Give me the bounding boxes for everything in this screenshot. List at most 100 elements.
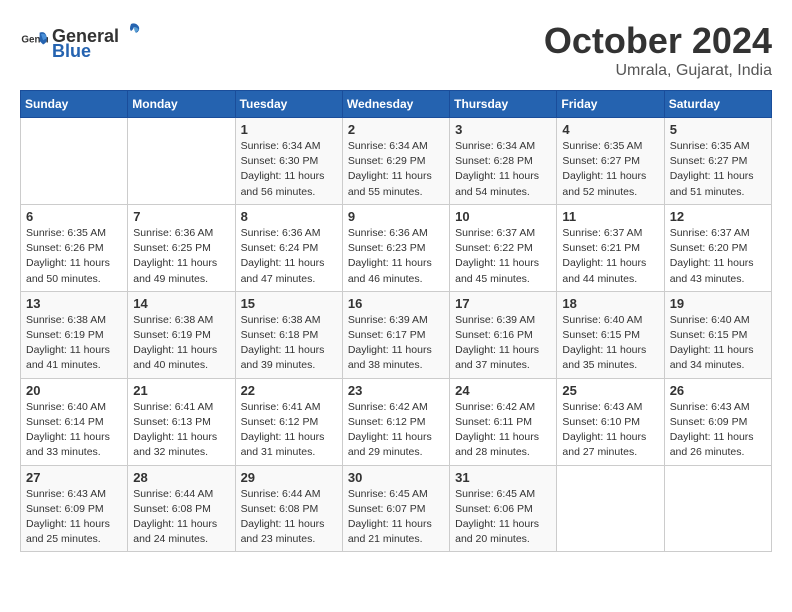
calendar-cell: 28Sunrise: 6:44 AM Sunset: 6:08 PM Dayli… [128, 465, 235, 552]
title-block: October 2024 Umrala, Gujarat, India [544, 20, 772, 80]
day-number: 6 [26, 209, 122, 224]
calendar-cell: 20Sunrise: 6:40 AM Sunset: 6:14 PM Dayli… [21, 378, 128, 465]
day-info: Sunrise: 6:36 AM Sunset: 6:23 PM Dayligh… [348, 226, 444, 287]
calendar-cell: 13 Sunrise: 6:38 AM Sunset: 6:19 PM Dayli… [21, 291, 128, 378]
calendar-cell: 23 Sunrise: 6:42 AM Sunset: 6:12 PM Dayli… [342, 378, 449, 465]
day-info: Sunrise: 6:37 AM Sunset: 6:20 PM Dayligh… [670, 226, 766, 287]
calendar-cell: 19 Sunrise: 6:40 AM Sunset: 6:15 PM Dayli… [664, 291, 771, 378]
location-subtitle: Umrala, Gujarat, India [544, 62, 772, 80]
day-info: Sunrise: 6:35 AM Sunset: 6:27 PM Dayligh… [562, 139, 658, 200]
day-number: 20 [26, 383, 122, 398]
weekday-header-thursday: Thursday [450, 91, 557, 118]
week-row-5: 27Sunrise: 6:43 AM Sunset: 6:09 PM Dayli… [21, 465, 772, 552]
calendar-cell: 31 Sunrise: 6:45 AM Sunset: 6:06 PM Dayli… [450, 465, 557, 552]
day-info: Sunrise: 6:39 AM Sunset: 6:17 PM Dayligh… [348, 313, 444, 374]
day-number: 31 [455, 470, 551, 485]
day-info: Sunrise: 6:37 AM Sunset: 6:21 PM Dayligh… [562, 226, 658, 287]
calendar-cell: 30Sunrise: 6:45 AM Sunset: 6:07 PM Dayli… [342, 465, 449, 552]
calendar-cell: 8 Sunrise: 6:36 AM Sunset: 6:24 PM Daylig… [235, 204, 342, 291]
day-info: Sunrise: 6:34 AM Sunset: 6:29 PM Dayligh… [348, 139, 444, 200]
logo-bird-icon [120, 20, 142, 42]
week-row-4: 20Sunrise: 6:40 AM Sunset: 6:14 PM Dayli… [21, 378, 772, 465]
calendar-table: SundayMondayTuesdayWednesdayThursdayFrid… [20, 90, 772, 552]
calendar-cell: 15Sunrise: 6:38 AM Sunset: 6:18 PM Dayli… [235, 291, 342, 378]
calendar-cell: 14 Sunrise: 6:38 AM Sunset: 6:19 PM Dayli… [128, 291, 235, 378]
day-info: Sunrise: 6:37 AM Sunset: 6:22 PM Dayligh… [455, 226, 551, 287]
calendar-cell: 5 Sunrise: 6:35 AM Sunset: 6:27 PM Daylig… [664, 118, 771, 205]
day-number: 15 [241, 296, 337, 311]
logo: General General Blue [20, 20, 143, 62]
calendar-cell: 4 Sunrise: 6:35 AM Sunset: 6:27 PM Daylig… [557, 118, 664, 205]
weekday-header-tuesday: Tuesday [235, 91, 342, 118]
day-info: Sunrise: 6:43 AM Sunset: 6:10 PM Dayligh… [562, 400, 658, 461]
calendar-cell [128, 118, 235, 205]
day-info: Sunrise: 6:38 AM Sunset: 6:19 PM Dayligh… [26, 313, 122, 374]
calendar-cell [557, 465, 664, 552]
week-row-1: 1 Sunrise: 6:34 AM Sunset: 6:30 PM Daylig… [21, 118, 772, 205]
calendar-cell: 11 Sunrise: 6:37 AM Sunset: 6:21 PM Dayli… [557, 204, 664, 291]
day-info: Sunrise: 6:42 AM Sunset: 6:12 PM Dayligh… [348, 400, 444, 461]
day-info: Sunrise: 6:45 AM Sunset: 6:06 PM Dayligh… [455, 487, 551, 548]
day-info: Sunrise: 6:36 AM Sunset: 6:25 PM Dayligh… [133, 226, 229, 287]
day-info: Sunrise: 6:40 AM Sunset: 6:15 PM Dayligh… [562, 313, 658, 374]
day-number: 12 [670, 209, 766, 224]
day-number: 2 [348, 122, 444, 137]
day-number: 23 [348, 383, 444, 398]
day-number: 25 [562, 383, 658, 398]
calendar-cell: 1 Sunrise: 6:34 AM Sunset: 6:30 PM Daylig… [235, 118, 342, 205]
day-info: Sunrise: 6:44 AM Sunset: 6:08 PM Dayligh… [241, 487, 337, 548]
day-number: 29 [241, 470, 337, 485]
day-info: Sunrise: 6:45 AM Sunset: 6:07 PM Dayligh… [348, 487, 444, 548]
calendar-cell [21, 118, 128, 205]
day-info: Sunrise: 6:42 AM Sunset: 6:11 PM Dayligh… [455, 400, 551, 461]
day-number: 11 [562, 209, 658, 224]
week-row-3: 13 Sunrise: 6:38 AM Sunset: 6:19 PM Dayli… [21, 291, 772, 378]
day-number: 14 [133, 296, 229, 311]
day-info: Sunrise: 6:36 AM Sunset: 6:24 PM Dayligh… [241, 226, 337, 287]
calendar-cell: 25 Sunrise: 6:43 AM Sunset: 6:10 PM Dayli… [557, 378, 664, 465]
calendar-cell: 21Sunrise: 6:41 AM Sunset: 6:13 PM Dayli… [128, 378, 235, 465]
day-info: Sunrise: 6:43 AM Sunset: 6:09 PM Dayligh… [670, 400, 766, 461]
logo-icon: General [20, 27, 48, 55]
calendar-cell: 18Sunrise: 6:40 AM Sunset: 6:15 PM Dayli… [557, 291, 664, 378]
day-number: 3 [455, 122, 551, 137]
day-info: Sunrise: 6:34 AM Sunset: 6:28 PM Dayligh… [455, 139, 551, 200]
day-number: 19 [670, 296, 766, 311]
week-row-2: 6 Sunrise: 6:35 AM Sunset: 6:26 PM Daylig… [21, 204, 772, 291]
weekday-header-friday: Friday [557, 91, 664, 118]
day-number: 17 [455, 296, 551, 311]
calendar-cell: 24 Sunrise: 6:42 AM Sunset: 6:11 PM Dayli… [450, 378, 557, 465]
day-number: 1 [241, 122, 337, 137]
day-number: 27 [26, 470, 122, 485]
weekday-header-saturday: Saturday [664, 91, 771, 118]
calendar-cell: 27Sunrise: 6:43 AM Sunset: 6:09 PM Dayli… [21, 465, 128, 552]
day-info: Sunrise: 6:34 AM Sunset: 6:30 PM Dayligh… [241, 139, 337, 200]
day-number: 8 [241, 209, 337, 224]
day-number: 22 [241, 383, 337, 398]
day-info: Sunrise: 6:41 AM Sunset: 6:13 PM Dayligh… [133, 400, 229, 461]
day-number: 10 [455, 209, 551, 224]
day-number: 5 [670, 122, 766, 137]
day-info: Sunrise: 6:38 AM Sunset: 6:19 PM Dayligh… [133, 313, 229, 374]
calendar-cell [664, 465, 771, 552]
calendar-cell: 17Sunrise: 6:39 AM Sunset: 6:16 PM Dayli… [450, 291, 557, 378]
calendar-cell: 29 Sunrise: 6:44 AM Sunset: 6:08 PM Dayli… [235, 465, 342, 552]
day-number: 16 [348, 296, 444, 311]
day-info: Sunrise: 6:44 AM Sunset: 6:08 PM Dayligh… [133, 487, 229, 548]
calendar-cell: 3 Sunrise: 6:34 AM Sunset: 6:28 PM Daylig… [450, 118, 557, 205]
day-info: Sunrise: 6:41 AM Sunset: 6:12 PM Dayligh… [241, 400, 337, 461]
day-info: Sunrise: 6:40 AM Sunset: 6:15 PM Dayligh… [670, 313, 766, 374]
day-number: 26 [670, 383, 766, 398]
day-info: Sunrise: 6:35 AM Sunset: 6:27 PM Dayligh… [670, 139, 766, 200]
day-info: Sunrise: 6:35 AM Sunset: 6:26 PM Dayligh… [26, 226, 122, 287]
calendar-cell: 6 Sunrise: 6:35 AM Sunset: 6:26 PM Daylig… [21, 204, 128, 291]
weekday-header-wednesday: Wednesday [342, 91, 449, 118]
calendar-cell: 22 Sunrise: 6:41 AM Sunset: 6:12 PM Dayli… [235, 378, 342, 465]
day-number: 24 [455, 383, 551, 398]
day-number: 9 [348, 209, 444, 224]
day-number: 4 [562, 122, 658, 137]
month-title: October 2024 [544, 20, 772, 62]
day-number: 13 [26, 296, 122, 311]
calendar-cell: 26 Sunrise: 6:43 AM Sunset: 6:09 PM Dayli… [664, 378, 771, 465]
calendar-cell: 10 Sunrise: 6:37 AM Sunset: 6:22 PM Dayli… [450, 204, 557, 291]
